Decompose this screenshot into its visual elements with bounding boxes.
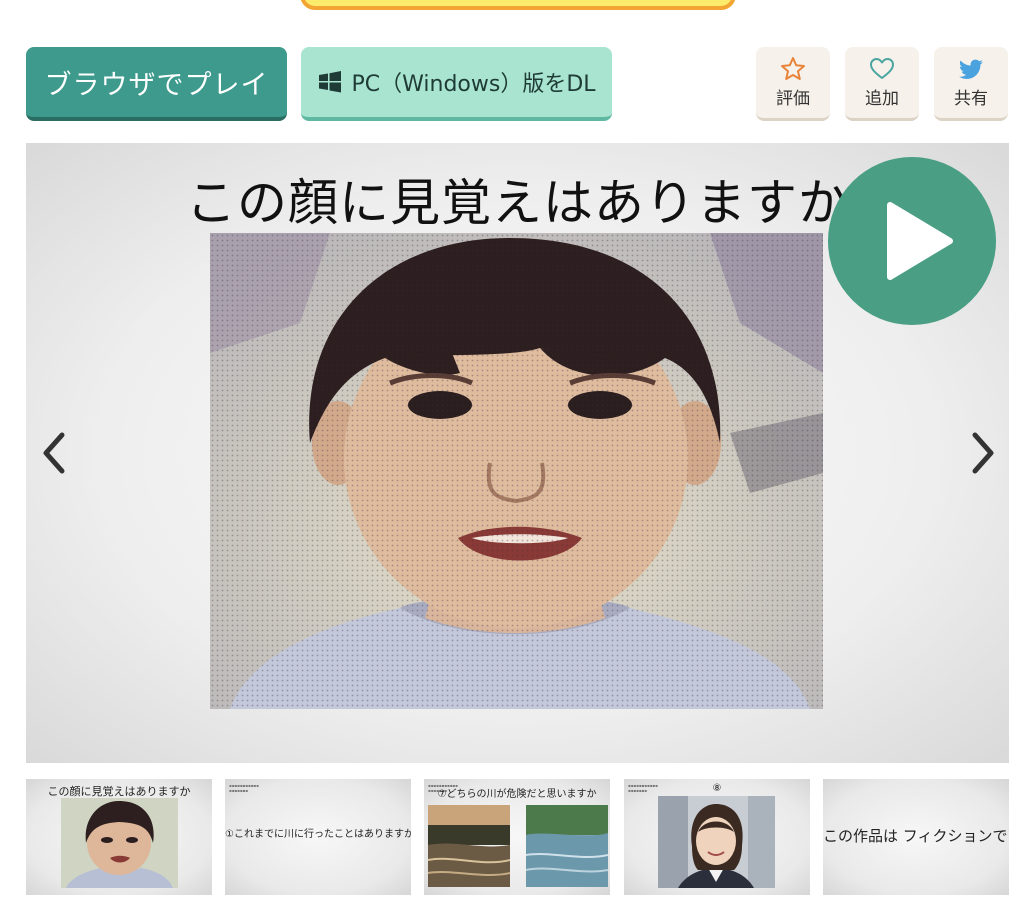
- next-slide-button[interactable]: [963, 429, 1003, 477]
- thumbnail-title: ①これまでに川に行ったことはありますか: [225, 829, 411, 840]
- rate-label: 評価: [776, 89, 810, 109]
- thumbnail-child-image: [61, 798, 178, 888]
- thumbnail-5[interactable]: この作品は フィクションです: [823, 779, 1009, 895]
- chevron-left-icon: [43, 432, 65, 474]
- thumbnail-river-image-right: [526, 805, 608, 887]
- chevron-right-icon: [972, 432, 994, 474]
- thumbnail-small-text: ▪▪▪▪▪▪▪▪▪▪▪ ▪▪▪▪▪▪▪: [229, 783, 259, 793]
- heart-icon: [870, 58, 894, 79]
- thumbnail-4[interactable]: ▪▪▪▪▪▪▪▪▪▪▪ ▪▪▪▪▪▪▪ ⑧: [624, 779, 810, 895]
- download-windows-label: PC（Windows）版をDL: [351, 72, 596, 97]
- thumbnail-student-image: [658, 796, 775, 888]
- share-button[interactable]: 共有: [934, 47, 1008, 121]
- thumbnail-title: ⑧: [712, 783, 722, 794]
- share-label: 共有: [954, 89, 988, 109]
- thumbnail-3[interactable]: ▪▪▪▪▪▪▪▪▪▪▪ ▪▪▪▪▪▪▪ ⑦どちらの川が危険だと思いますか: [424, 779, 610, 895]
- thumbnail-title: この顔に見覚えはありますか: [47, 785, 191, 798]
- thumbnail-title: ⑦どちらの川が危険だと思いますか: [437, 789, 597, 800]
- play-in-browser-label: ブラウザでプレイ: [44, 69, 269, 101]
- thumbnail-river-image-left: [428, 805, 510, 887]
- previous-slide-button[interactable]: [34, 429, 74, 477]
- main-slide-viewer[interactable]: この顔に見覚えはありますか: [26, 143, 1009, 763]
- add-label: 追加: [865, 89, 899, 109]
- thumbnail-title: この作品は フィクションです: [823, 827, 1009, 845]
- add-favorite-button[interactable]: 追加: [845, 47, 919, 121]
- windows-icon: [319, 71, 342, 93]
- play-in-browser-button[interactable]: ブラウザでプレイ: [26, 47, 287, 121]
- rate-button[interactable]: 評価: [756, 47, 830, 121]
- top-banner[interactable]: [300, 0, 736, 10]
- thumbnail-1[interactable]: この顔に見覚えはありますか: [26, 779, 212, 895]
- play-button[interactable]: [828, 157, 996, 325]
- twitter-bird-icon: [959, 59, 983, 79]
- thumbnail-2[interactable]: ▪▪▪▪▪▪▪▪▪▪▪ ▪▪▪▪▪▪▪ ①これまでに川に行ったことはありますか: [225, 779, 411, 895]
- download-windows-button[interactable]: PC（Windows）版をDL: [301, 47, 612, 121]
- play-icon: [887, 202, 953, 280]
- star-icon: [781, 57, 805, 80]
- child-portrait-image: [210, 233, 823, 709]
